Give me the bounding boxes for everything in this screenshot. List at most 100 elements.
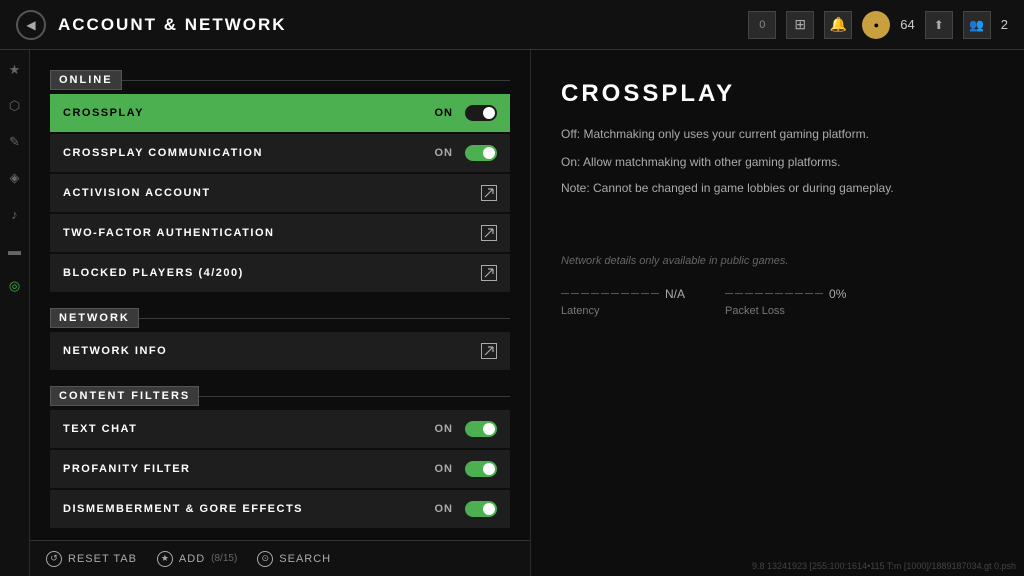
grid-icon[interactable]: ⊞ [786,11,814,39]
packet-loss-dots: 0% [725,287,846,301]
network-info-row[interactable]: NETWORK INFO [50,332,510,370]
toggle-knob-2 [483,147,495,159]
detail-note: Note: Cannot be changed in game lobbies … [561,181,994,195]
dot [571,293,579,294]
online-settings-list: CROSSPLAY ON CROSSPLAY COMMUNICATION ON … [50,94,510,292]
dot [815,293,823,294]
text-chat-toggle[interactable] [465,421,497,437]
profanity-filter-toggle[interactable] [465,461,497,477]
bell-icon[interactable]: 🔔 [824,11,852,39]
latency-dots: N/A [561,287,685,301]
latency-stat: N/A Latency [561,287,685,317]
latency-label: Latency [561,305,685,317]
detail-panel: CROSSPLAY Off: Matchmaking only uses you… [530,50,1024,576]
crossplay-comm-value: ON [435,147,454,159]
header-right: 0 ⊞ 🔔 ● 64 ⬆ 👥 2 [748,11,1008,39]
detail-title: CROSSPLAY [561,80,994,108]
search-button[interactable]: ⊙ SEARCH [257,551,331,567]
dot [581,293,589,294]
sidebar-item-sound[interactable]: ♪ [5,204,25,224]
search-icon: ⊙ [257,551,273,567]
sidebar-item-badge[interactable]: ◈ [5,168,25,188]
text-chat-label: TEXT CHAT [63,423,435,435]
main-content: ONLINE CROSSPLAY ON CROSSPLAY COMMUNICAT… [30,50,1024,576]
external-link-icon [481,185,497,201]
external-link-icon-4 [481,343,497,359]
currency-value: 0 [759,19,765,31]
dot [591,293,599,294]
content-filters-section-header: CONTENT FILTERS [50,386,510,406]
players-count: 2 [1001,17,1008,32]
players-icon[interactable]: 👥 [963,11,991,39]
reset-icon: ↺ [46,551,62,567]
reset-tab-label: RESET TAB [68,553,137,565]
avatar: ● [862,11,890,39]
dot [765,293,773,294]
dot [651,293,659,294]
crossplay-comm-toggle[interactable] [465,145,497,161]
dot [631,293,639,294]
credits-value: 64 [900,17,914,32]
sidebar-item-monitor[interactable]: ▬ [5,240,25,260]
settings-panel: ONLINE CROSSPLAY ON CROSSPLAY COMMUNICAT… [30,50,530,576]
sidebar: ★ ⬡ ✎ ◈ ♪ ▬ ◎ [0,50,30,576]
add-label: ADD [179,553,205,565]
share-icon[interactable]: ⬆ [925,11,953,39]
network-section-header: NETWORK [50,308,510,328]
sidebar-item-star[interactable]: ★ [5,60,25,80]
network-info-label: NETWORK INFO [63,345,481,357]
network-stats: N/A Latency 0% Packet L [561,287,994,317]
external-link-icon-3 [481,265,497,281]
reset-tab-button[interactable]: ↺ RESET TAB [46,551,137,567]
toggle-knob-3 [483,423,495,435]
packet-loss-stat: 0% Packet Loss [725,287,846,317]
blocked-players-row[interactable]: BLOCKED PLAYERS (4/200) [50,254,510,292]
external-link-icon-2 [481,225,497,241]
sidebar-item-network[interactable]: ◎ [5,276,25,296]
two-factor-label: TWO-FACTOR AUTHENTICATION [63,227,481,239]
dot [561,293,569,294]
back-button[interactable]: ◀ [16,10,46,40]
activision-row[interactable]: ACTIVISION ACCOUNT [50,174,510,212]
latency-value: N/A [665,287,685,301]
add-star-icon: ★ [157,551,173,567]
sidebar-item-gamepad[interactable]: ⬡ [5,96,25,116]
gore-effects-row[interactable]: DISMEMBERMENT & GORE EFFECTS ON [50,490,510,528]
status-bar: 9.8 13241923 [255:100:1614•115 T:m [1000… [744,556,1024,576]
profanity-filter-value: ON [435,463,454,475]
crossplay-comm-row[interactable]: CROSSPLAY COMMUNICATION ON [50,134,510,172]
online-section-label: ONLINE [50,70,122,90]
gore-effects-toggle[interactable] [465,501,497,517]
text-chat-value: ON [435,423,454,435]
dot [735,293,743,294]
profanity-filter-row[interactable]: PROFANITY FILTER ON [50,450,510,488]
content-filters-settings-list: TEXT CHAT ON PROFANITY FILTER ON DISMEMB… [50,410,510,528]
online-section-line [122,80,510,81]
gore-effects-label: DISMEMBERMENT & GORE EFFECTS [63,503,435,515]
crossplay-value: ON [435,107,454,119]
dot [725,293,733,294]
network-settings-list: NETWORK INFO [50,332,510,370]
sidebar-item-edit[interactable]: ✎ [5,132,25,152]
add-button[interactable]: ★ ADD (8/15) [157,551,237,567]
crossplay-toggle[interactable] [465,105,497,121]
dot [601,293,609,294]
text-chat-row[interactable]: TEXT CHAT ON [50,410,510,448]
crossplay-comm-label: CROSSPLAY COMMUNICATION [63,147,435,159]
dot [641,293,649,294]
currency-icon[interactable]: 0 [748,11,776,39]
crossplay-row[interactable]: CROSSPLAY ON [50,94,510,132]
dot [755,293,763,294]
packet-loss-value: 0% [829,287,846,301]
two-factor-row[interactable]: TWO-FACTOR AUTHENTICATION [50,214,510,252]
content-filters-section-label: CONTENT FILTERS [50,386,199,406]
bottom-bar: ↺ RESET TAB ★ ADD (8/15) ⊙ SEARCH [30,540,530,576]
dot [621,293,629,294]
dot [805,293,813,294]
profanity-filter-label: PROFANITY FILTER [63,463,435,475]
dot [795,293,803,294]
activision-label: ACTIVISION ACCOUNT [63,187,481,199]
network-section-label: NETWORK [50,308,139,328]
detail-desc1: Off: Matchmaking only uses your current … [561,124,994,144]
content-filters-section-line [199,396,510,397]
